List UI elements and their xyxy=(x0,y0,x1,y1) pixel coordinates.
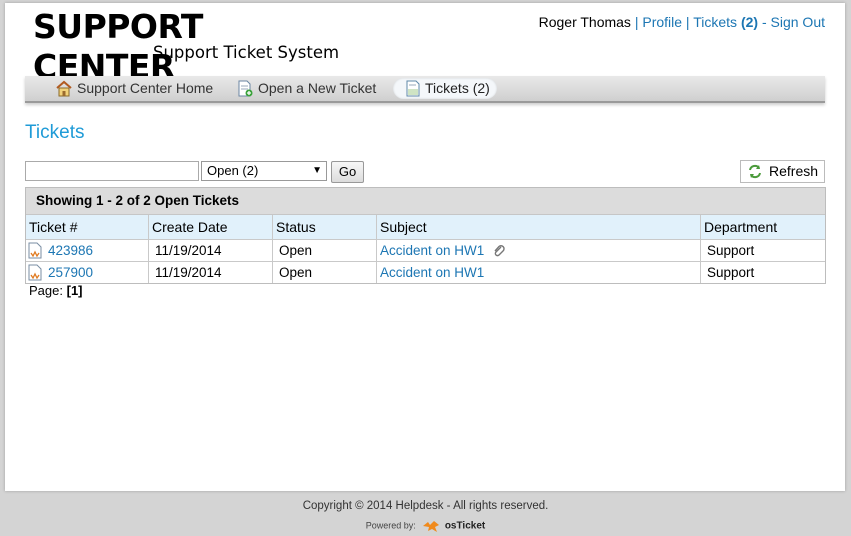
refresh-button[interactable]: Refresh xyxy=(740,160,825,183)
department-cell: Support xyxy=(707,265,755,280)
osticket-logo-icon[interactable] xyxy=(422,519,440,533)
main-nav: Support Center Home Open a New Ticket Ti… xyxy=(25,76,825,103)
osticket-brand[interactable]: osTicket xyxy=(445,521,485,532)
nav-item-label: Open a New Ticket xyxy=(258,80,377,96)
profile-link[interactable]: Profile xyxy=(642,14,682,30)
ticket-number-link[interactable]: 423986 xyxy=(48,243,93,258)
paperclip-icon xyxy=(492,243,506,257)
ticket-file-icon xyxy=(28,242,42,259)
refresh-label: Refresh xyxy=(769,163,819,179)
table-row: 423986 11/19/2014 Open Accident on HW1 S… xyxy=(26,240,825,262)
logo-subtitle: Support Ticket System xyxy=(153,43,340,62)
subject-link[interactable]: Accident on HW1 xyxy=(380,265,484,280)
status-cell: Open xyxy=(273,240,377,261)
tickets-link[interactable]: Tickets (2) xyxy=(693,14,758,30)
nav-item-label: Tickets (2) xyxy=(425,80,490,96)
page-container: SUPPORT CENTER Support Ticket System Rog… xyxy=(5,3,845,491)
sign-out-link[interactable]: Sign Out xyxy=(771,14,825,30)
create-date-cell: 11/19/2014 xyxy=(149,240,273,261)
footer-copyright: Copyright © 2014 Helpdesk - All rights r… xyxy=(302,500,549,512)
nav-item-new-ticket[interactable]: Open a New Ticket xyxy=(236,78,386,99)
ticket-file-icon xyxy=(28,264,42,281)
pager-label: Page: xyxy=(29,283,63,298)
table-header-row: Ticket # Create Date Status Subject Depa… xyxy=(26,215,825,240)
subject-link[interactable]: Accident on HW1 xyxy=(380,243,484,258)
pager-current-page[interactable]: [1] xyxy=(67,283,83,298)
nav-item-label: Support Center Home xyxy=(77,80,214,96)
status-select[interactable]: Open (2) ▼ xyxy=(201,161,327,181)
ticket-number-link[interactable]: 257900 xyxy=(48,265,93,280)
go-button[interactable]: Go xyxy=(331,161,364,183)
new-ticket-icon xyxy=(236,80,254,97)
table-row: 257900 11/19/2014 Open Accident on HW1 S… xyxy=(26,262,825,283)
home-icon xyxy=(55,80,73,97)
separator: | xyxy=(682,14,694,30)
logo[interactable]: SUPPORT CENTER Support Ticket System xyxy=(33,7,343,86)
ticket-number-cell: 257900 xyxy=(26,262,149,283)
chevron-down-icon: ▼ xyxy=(312,165,322,176)
footer-powered-by: Powered by: osTicket xyxy=(0,519,851,533)
table-caption: Showing 1 - 2 of 2 Open Tickets xyxy=(26,188,825,215)
powered-by-label: Powered by: xyxy=(365,520,416,531)
separator: | xyxy=(630,14,643,30)
subject-cell: Accident on HW1 xyxy=(377,240,701,261)
tickets-count: (2) xyxy=(740,14,759,30)
search-input[interactable] xyxy=(25,161,199,181)
user-name: Roger Thomas xyxy=(538,14,631,30)
department-cell: Support xyxy=(707,243,755,258)
ticket-number-cell: 423986 xyxy=(26,240,149,261)
refresh-icon xyxy=(747,164,763,179)
column-header-department[interactable]: Department xyxy=(701,215,825,239)
page-title: Tickets xyxy=(25,122,85,143)
ticket-table: Showing 1 - 2 of 2 Open Tickets Ticket #… xyxy=(25,187,826,284)
separator: - xyxy=(758,14,771,30)
create-date-cell: 11/19/2014 xyxy=(149,262,273,283)
status-cell: Open xyxy=(273,262,377,283)
tickets-icon xyxy=(404,80,422,97)
column-header-status[interactable]: Status xyxy=(273,215,377,239)
status-select-value: Open (2) xyxy=(207,163,259,178)
user-bar: Roger Thomas | Profile | Tickets (2) - S… xyxy=(539,14,825,30)
column-header-ticket[interactable]: Ticket # xyxy=(26,215,149,239)
column-header-create-date[interactable]: Create Date xyxy=(149,215,273,239)
pager: Page: [1] xyxy=(29,283,83,298)
nav-item-tickets[interactable]: Tickets (2) xyxy=(393,78,497,99)
tickets-link-label: Tickets xyxy=(693,14,738,30)
nav-item-home[interactable]: Support Center Home xyxy=(55,78,215,99)
column-header-subject[interactable]: Subject xyxy=(377,215,701,239)
subject-cell: Accident on HW1 xyxy=(377,262,701,283)
